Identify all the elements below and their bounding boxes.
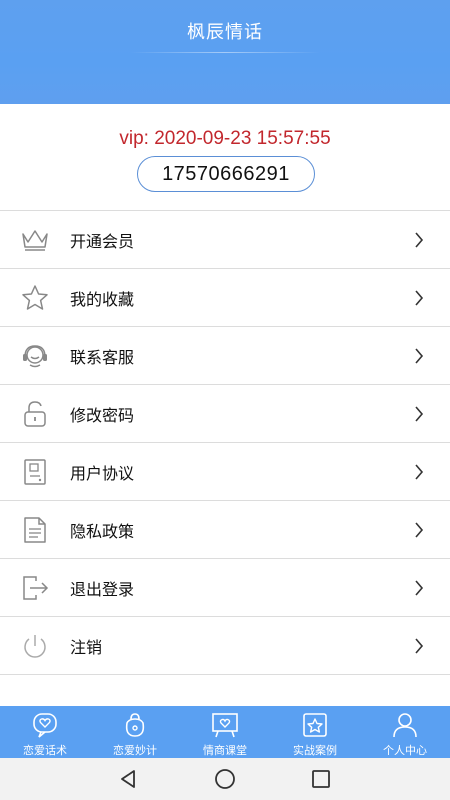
app-header: 枫辰情话 bbox=[0, 0, 450, 104]
tab-love-tips[interactable]: 恋爱妙计 bbox=[90, 706, 180, 758]
chevron-right-icon bbox=[415, 522, 424, 538]
menu-item-contact-support[interactable]: 联系客服 bbox=[0, 327, 450, 385]
chevron-right-icon bbox=[415, 638, 424, 654]
tab-eq-class[interactable]: 情商课堂 bbox=[180, 706, 270, 758]
system-navigation-bar bbox=[0, 758, 450, 800]
settings-menu: 开通会员 我的收藏 联系客服 修改密码 用户协议 隐私政策 退出登录 注销 bbox=[0, 210, 450, 675]
home-button[interactable] bbox=[213, 767, 237, 791]
lock-icon bbox=[20, 399, 50, 429]
menu-item-open-vip[interactable]: 开通会员 bbox=[0, 211, 450, 269]
chevron-right-icon bbox=[415, 406, 424, 422]
headset-icon bbox=[20, 341, 50, 371]
menu-item-label: 退出登录 bbox=[70, 579, 135, 599]
menu-item-favorites[interactable]: 我的收藏 bbox=[0, 269, 450, 327]
header-divider bbox=[130, 52, 320, 53]
menu-item-label: 开通会员 bbox=[70, 231, 135, 251]
document-icon bbox=[20, 457, 50, 487]
bottom-tab-bar: 恋爱话术 恋爱妙计 情商课堂 实战案例 个人中心 bbox=[0, 706, 450, 758]
tab-label: 恋爱妙计 bbox=[113, 744, 157, 757]
menu-item-user-agreement[interactable]: 用户协议 bbox=[0, 443, 450, 501]
board-icon bbox=[212, 713, 238, 738]
menu-item-label: 用户协议 bbox=[70, 463, 135, 483]
vip-expiry-text: vip: 2020-09-23 15:57:55 bbox=[119, 128, 331, 149]
logout-icon bbox=[20, 573, 50, 603]
chevron-right-icon bbox=[415, 348, 424, 364]
tab-label: 实战案例 bbox=[293, 744, 337, 757]
menu-item-label: 注销 bbox=[70, 637, 103, 657]
tab-love-talk[interactable]: 恋爱话术 bbox=[0, 706, 90, 758]
crown-icon bbox=[20, 225, 50, 255]
chevron-right-icon bbox=[415, 580, 424, 596]
file-icon bbox=[20, 515, 50, 545]
chevron-right-icon bbox=[415, 232, 424, 248]
menu-item-label: 我的收藏 bbox=[70, 289, 135, 309]
tab-personal-center[interactable]: 个人中心 bbox=[360, 706, 450, 758]
back-button[interactable] bbox=[117, 767, 141, 791]
home-circle-icon bbox=[215, 769, 235, 789]
back-triangle-icon bbox=[121, 770, 135, 788]
menu-item-label: 隐私政策 bbox=[70, 521, 135, 541]
chevron-right-icon bbox=[415, 290, 424, 306]
menu-item-cancel-account[interactable]: 注销 bbox=[0, 617, 450, 675]
phone-number-badge: 17570666291 bbox=[137, 156, 315, 192]
menu-item-label: 联系客服 bbox=[70, 347, 135, 367]
menu-item-label: 修改密码 bbox=[70, 405, 135, 425]
tab-cases[interactable]: 实战案例 bbox=[270, 706, 360, 758]
tab-label: 恋爱话术 bbox=[23, 744, 67, 757]
star-icon bbox=[20, 283, 50, 313]
heart-chat-icon bbox=[33, 713, 57, 738]
tab-label: 情商课堂 bbox=[203, 744, 247, 757]
star-card-icon bbox=[303, 713, 327, 737]
menu-item-logout[interactable]: 退出登录 bbox=[0, 559, 450, 617]
profile-section: vip: 2020-09-23 15:57:55 17570666291 bbox=[0, 104, 450, 210]
recents-button[interactable] bbox=[309, 767, 333, 791]
page-title: 枫辰情话 bbox=[187, 22, 263, 43]
chevron-right-icon bbox=[415, 464, 424, 480]
bag-icon bbox=[125, 713, 145, 737]
person-icon bbox=[393, 713, 417, 738]
power-icon bbox=[20, 631, 50, 661]
tab-label: 个人中心 bbox=[383, 744, 427, 757]
menu-item-privacy-policy[interactable]: 隐私政策 bbox=[0, 501, 450, 559]
menu-item-change-password[interactable]: 修改密码 bbox=[0, 385, 450, 443]
recents-square-icon bbox=[312, 770, 330, 788]
